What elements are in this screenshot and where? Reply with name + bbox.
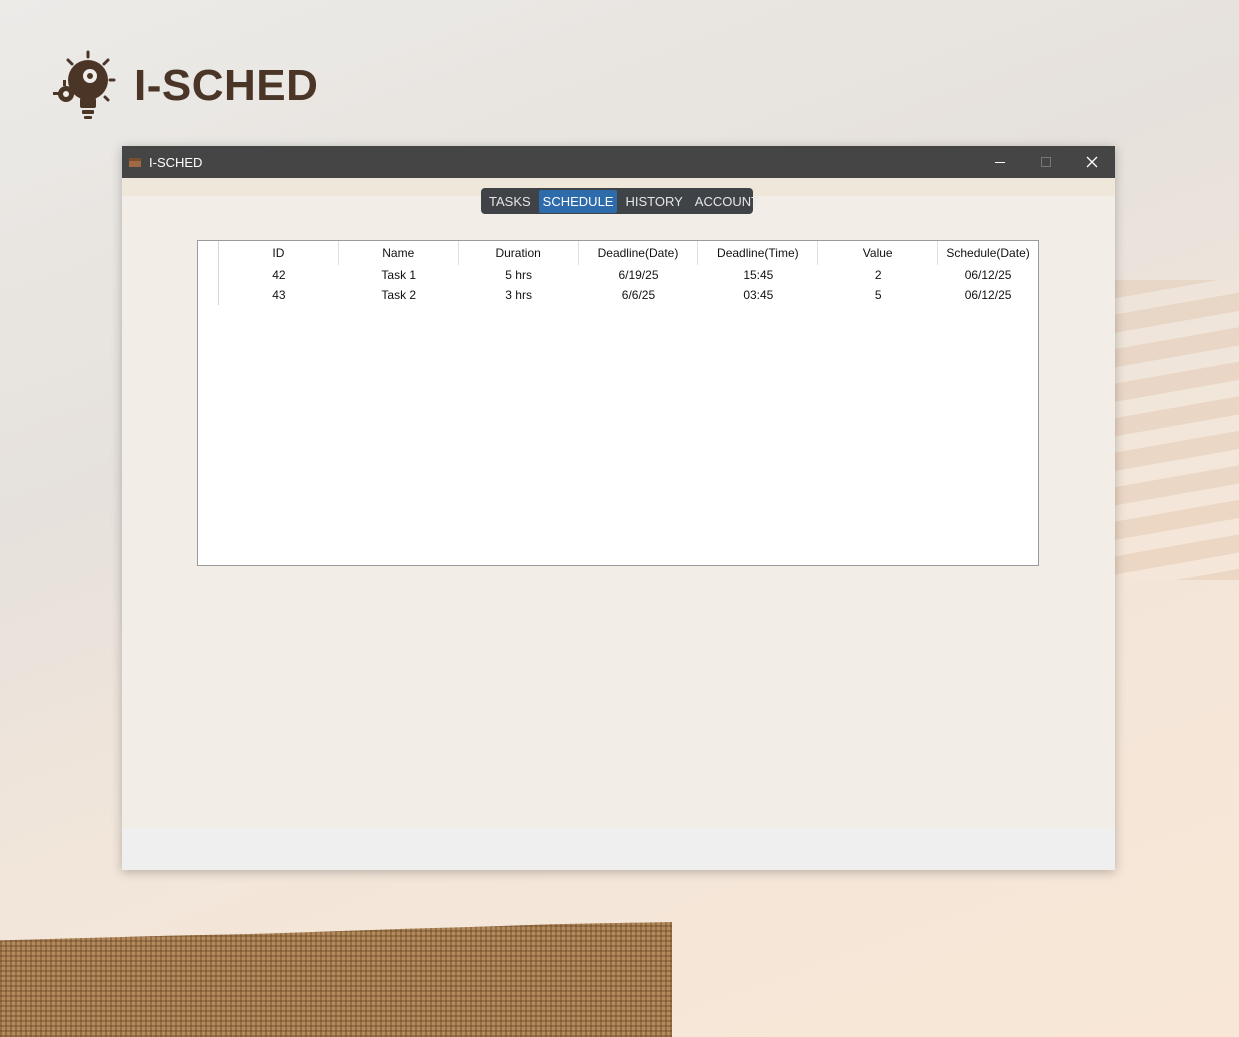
window-titlebar[interactable]: I-SCHED <box>122 146 1115 178</box>
maximize-button[interactable] <box>1023 146 1069 178</box>
table-cell: 15:45 <box>743 268 774 282</box>
row-header[interactable] <box>198 265 219 285</box>
column-header-id[interactable]: ID <box>219 241 339 265</box>
row-header-corner[interactable] <box>198 241 219 265</box>
column-header-schedule-date[interactable]: Schedule(Date) <box>938 241 1038 265</box>
app-window: I-SCHED TASKS SCHEDULE HISTORY ACCOUNT I… <box>122 146 1115 870</box>
table-cell: 3 hrs <box>505 288 532 302</box>
app-window-icon <box>129 157 141 167</box>
column-header-value[interactable]: Value <box>818 241 939 265</box>
burlap-decoration <box>0 922 672 1037</box>
table-header: ID Name Duration Deadline(Date) Deadline… <box>198 241 1038 265</box>
close-icon <box>1086 156 1098 168</box>
table-row[interactable]: 42 Task 1 5 hrs 6/19/25 15:45 2 06/12/25 <box>198 265 1038 285</box>
tab-account[interactable]: ACCOUNT <box>691 190 763 213</box>
table-row[interactable]: 43 Task 2 3 hrs 6/6/25 03:45 5 06/12/25 <box>198 285 1038 305</box>
tab-bar: TASKS SCHEDULE HISTORY ACCOUNT <box>481 188 759 214</box>
minimize-button[interactable] <box>977 146 1023 178</box>
window-footer <box>122 828 1115 870</box>
close-button[interactable] <box>1069 146 1115 178</box>
table-cell: Task 2 <box>381 288 417 302</box>
lightbulb-gear-icon <box>50 50 120 122</box>
column-header-deadline-time[interactable]: Deadline(Time) <box>698 241 819 265</box>
schedule-table[interactable]: ID Name Duration Deadline(Date) Deadline… <box>197 240 1039 566</box>
table-cell: 6/6/25 <box>621 288 656 302</box>
window-controls <box>977 146 1115 178</box>
row-header[interactable] <box>198 285 219 305</box>
table-cell: 5 hrs <box>505 268 532 282</box>
app-brand-title: I-SCHED <box>134 61 319 110</box>
table-cell: 42 <box>272 268 286 282</box>
maximize-icon <box>1041 157 1051 167</box>
window-title: I-SCHED <box>149 154 203 170</box>
tab-tasks[interactable]: TASKS <box>485 190 535 213</box>
table-cell: 06/12/25 <box>964 268 1012 282</box>
tab-schedule[interactable]: SCHEDULE <box>538 189 618 213</box>
column-header-duration[interactable]: Duration <box>459 241 579 265</box>
table-cell: 03:45 <box>743 288 774 302</box>
column-header-deadline-date[interactable]: Deadline(Date) <box>579 241 699 265</box>
table-cell: 5 <box>874 288 882 302</box>
table-cell: 06/12/25 <box>964 288 1012 302</box>
table-cell: 2 <box>874 268 882 282</box>
table-cell: 6/19/25 <box>618 268 659 282</box>
background-shadow <box>1115 280 1239 580</box>
tab-history[interactable]: HISTORY <box>621 190 686 213</box>
brand-header: I-SCHED <box>50 50 318 122</box>
table-cell: Task 1 <box>381 268 417 282</box>
column-header-name[interactable]: Name <box>339 241 459 265</box>
table-cell: 43 <box>272 288 286 302</box>
minimize-icon <box>995 162 1005 163</box>
